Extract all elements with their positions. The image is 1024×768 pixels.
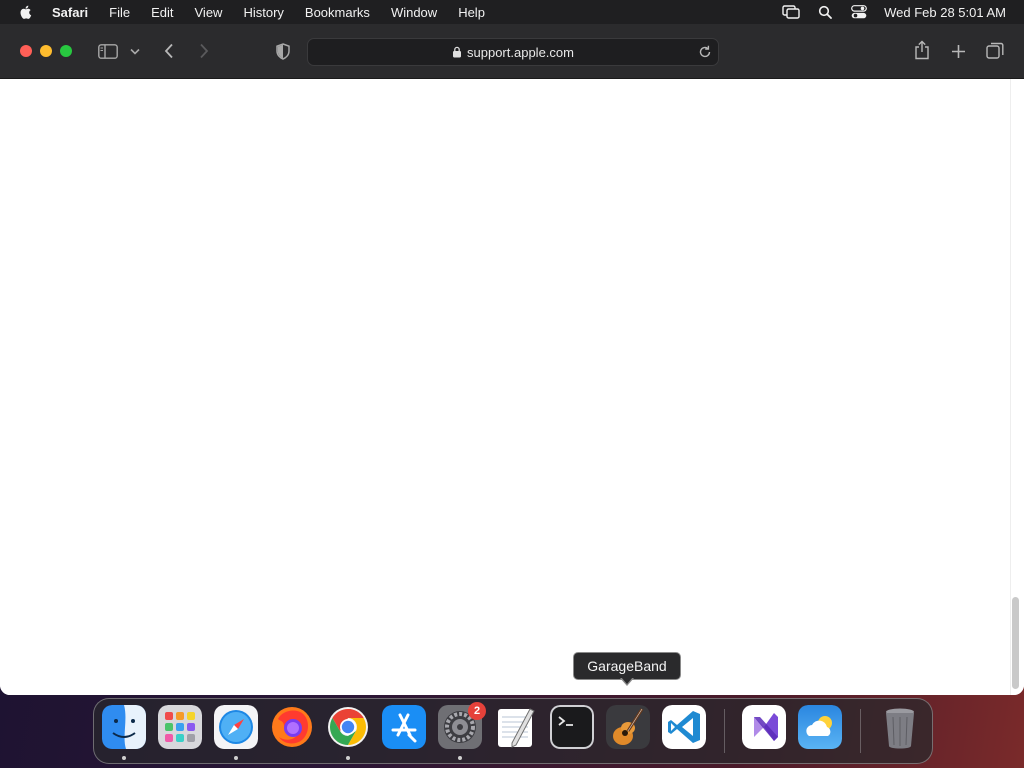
system-settings-icon[interactable]: 2: [438, 702, 486, 749]
address-bar[interactable]: support.apple.com: [307, 38, 719, 66]
back-icon[interactable]: [160, 41, 178, 61]
safari-icon[interactable]: [214, 705, 258, 749]
safari-running-dot: [234, 756, 238, 760]
weather-icon[interactable]: [798, 705, 842, 749]
tab-overview-icon[interactable]: [985, 40, 1005, 62]
dock-separator: [724, 709, 725, 753]
menu-app-name[interactable]: Safari: [52, 5, 88, 20]
forward-icon[interactable]: [195, 41, 213, 61]
dock-tooltip: GarageBand: [573, 652, 681, 680]
safari-window: support.apple.com: [0, 24, 1024, 695]
scrollbar-thumb[interactable]: [1012, 597, 1019, 689]
finder-running-dot: [122, 756, 126, 760]
settings-notification-badge: 2: [468, 702, 486, 720]
menu-bookmarks[interactable]: Bookmarks: [305, 5, 370, 20]
screen-mirroring-icon[interactable]: [782, 3, 800, 21]
chrome-running-dot: [346, 756, 350, 760]
share-icon[interactable]: [912, 39, 932, 61]
tooltip-tail-fill: [621, 677, 633, 684]
minimize-window-button[interactable]: [40, 45, 52, 57]
finder-icon[interactable]: [102, 705, 146, 749]
menu-window[interactable]: Window: [391, 5, 437, 20]
sidebar-toggle-icon[interactable]: [97, 41, 119, 61]
textedit-icon[interactable]: [494, 705, 538, 749]
lock-icon: [453, 46, 462, 58]
terminal-icon[interactable]: [550, 705, 594, 749]
content-divider: [1010, 79, 1011, 695]
apple-menu-icon[interactable]: [18, 4, 34, 20]
safari-toolbar: support.apple.com: [0, 24, 1024, 79]
web-content[interactable]: [0, 79, 1024, 695]
menu-bar: Safari File Edit View History Bookmarks …: [0, 0, 1024, 24]
settings-running-dot: [458, 756, 462, 760]
firefox-icon[interactable]: [270, 705, 314, 749]
dock-separator-trash: [860, 709, 861, 753]
chevron-down-icon[interactable]: [129, 45, 141, 57]
spotlight-search-icon[interactable]: [816, 3, 834, 21]
app-store-icon[interactable]: [382, 705, 426, 749]
new-tab-icon[interactable]: [948, 41, 968, 61]
menu-file[interactable]: File: [109, 5, 130, 20]
privacy-shield-icon[interactable]: [274, 41, 292, 61]
menu-history[interactable]: History: [243, 5, 283, 20]
address-url: support.apple.com: [467, 44, 574, 60]
dock: 2: [93, 698, 933, 764]
garageband-icon[interactable]: [606, 705, 650, 749]
reload-icon[interactable]: [697, 44, 713, 60]
control-center-icon[interactable]: [850, 3, 868, 21]
menu-view[interactable]: View: [195, 5, 223, 20]
zoom-window-button[interactable]: [60, 45, 72, 57]
vscode-icon[interactable]: [662, 705, 706, 749]
trash-icon[interactable]: [878, 705, 922, 749]
menu-help[interactable]: Help: [458, 5, 485, 20]
visual-studio-icon[interactable]: [742, 705, 786, 749]
launchpad-icon[interactable]: [158, 705, 202, 749]
menu-clock[interactable]: Wed Feb 28 5:01 AM: [884, 5, 1006, 20]
menu-edit[interactable]: Edit: [151, 5, 173, 20]
close-window-button[interactable]: [20, 45, 32, 57]
chrome-icon[interactable]: [326, 705, 370, 749]
